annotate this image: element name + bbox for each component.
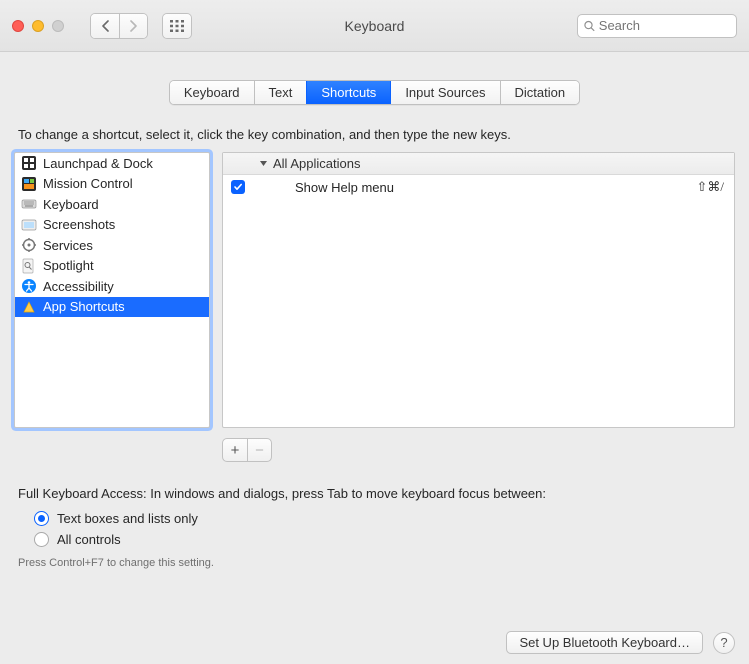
category-screenshots[interactable]: Screenshots — [15, 215, 209, 236]
mission-control-icon — [21, 176, 37, 192]
shortcut-label: Show Help menu — [257, 180, 684, 195]
shortcut-enabled-checkbox[interactable] — [231, 180, 245, 194]
zoom-window-button[interactable] — [52, 20, 64, 32]
tab-bar: Keyboard Text Shortcuts Input Sources Di… — [169, 80, 580, 105]
tab-keyboard[interactable]: Keyboard — [170, 81, 254, 104]
remove-shortcut-button[interactable]: − — [247, 439, 271, 461]
radio-label: All controls — [57, 532, 121, 547]
instruction-text: To change a shortcut, select it, click t… — [14, 127, 735, 142]
search-field[interactable] — [577, 14, 737, 38]
minimize-window-button[interactable] — [32, 20, 44, 32]
radio-all-controls[interactable]: All controls — [34, 532, 735, 547]
category-app-shortcuts[interactable]: App Shortcuts — [15, 297, 209, 318]
window-controls — [12, 20, 64, 32]
category-label: Mission Control — [43, 176, 133, 191]
full-keyboard-access-hint: Press Control+F7 to change this setting. — [14, 557, 735, 569]
back-forward-group — [90, 13, 148, 39]
category-label: Services — [43, 238, 93, 253]
category-label: Spotlight — [43, 258, 94, 273]
radio-button[interactable] — [34, 532, 49, 547]
shortcut-group-label: All Applications — [273, 156, 360, 171]
setup-bluetooth-keyboard-button[interactable]: Set Up Bluetooth Keyboard… — [506, 631, 703, 654]
category-label: Keyboard — [43, 197, 99, 212]
category-launchpad-dock[interactable]: Launchpad & Dock — [15, 153, 209, 174]
close-window-button[interactable] — [12, 20, 24, 32]
category-label: Launchpad & Dock — [43, 156, 153, 171]
radio-button[interactable] — [34, 511, 49, 526]
help-button[interactable]: ? — [713, 632, 735, 654]
tab-input-sources[interactable]: Input Sources — [390, 81, 499, 104]
category-label: App Shortcuts — [43, 299, 125, 314]
tab-dictation[interactable]: Dictation — [500, 81, 580, 104]
services-icon — [21, 237, 37, 253]
shortcut-row[interactable]: Show Help menu ⇧⌘/ — [223, 175, 734, 199]
footer: Set Up Bluetooth Keyboard… ? — [506, 631, 735, 654]
full-keyboard-access-options: Text boxes and lists only All controls — [14, 511, 735, 547]
shortcut-keys[interactable]: ⇧⌘/ — [696, 179, 724, 195]
category-keyboard[interactable]: Keyboard — [15, 194, 209, 215]
category-list[interactable]: Launchpad & Dock Mission Control Keyboar… — [14, 152, 210, 428]
accessibility-icon — [21, 278, 37, 294]
search-input[interactable] — [599, 18, 730, 33]
forward-button[interactable] — [119, 14, 147, 38]
spotlight-icon — [21, 258, 37, 274]
category-label: Accessibility — [43, 279, 114, 294]
preferences-pane: Keyboard Text Shortcuts Input Sources Di… — [0, 52, 749, 664]
category-spotlight[interactable]: Spotlight — [15, 256, 209, 277]
full-keyboard-access-label: Full Keyboard Access: In windows and dia… — [14, 486, 735, 501]
shortcut-list[interactable]: All Applications Show Help menu ⇧⌘/ — [222, 152, 735, 428]
disclosure-triangle-icon[interactable] — [259, 159, 268, 168]
radio-text-boxes-lists[interactable]: Text boxes and lists only — [34, 511, 735, 526]
shortcut-group-header[interactable]: All Applications — [223, 153, 734, 175]
category-mission-control[interactable]: Mission Control — [15, 174, 209, 195]
show-all-button[interactable] — [162, 13, 192, 39]
category-accessibility[interactable]: Accessibility — [15, 276, 209, 297]
radio-label: Text boxes and lists only — [57, 511, 198, 526]
titlebar: Keyboard — [0, 0, 749, 52]
category-services[interactable]: Services — [15, 235, 209, 256]
launchpad-icon — [21, 155, 37, 171]
search-icon — [584, 20, 595, 32]
keyboard-icon — [21, 196, 37, 212]
screenshots-icon — [21, 217, 37, 233]
back-button[interactable] — [91, 14, 119, 38]
tab-shortcuts[interactable]: Shortcuts — [306, 81, 390, 104]
tab-text[interactable]: Text — [254, 81, 307, 104]
category-label: Screenshots — [43, 217, 115, 232]
app-shortcuts-icon — [21, 299, 37, 315]
add-remove-group: + − — [222, 438, 272, 462]
add-shortcut-button[interactable]: + — [223, 439, 247, 461]
